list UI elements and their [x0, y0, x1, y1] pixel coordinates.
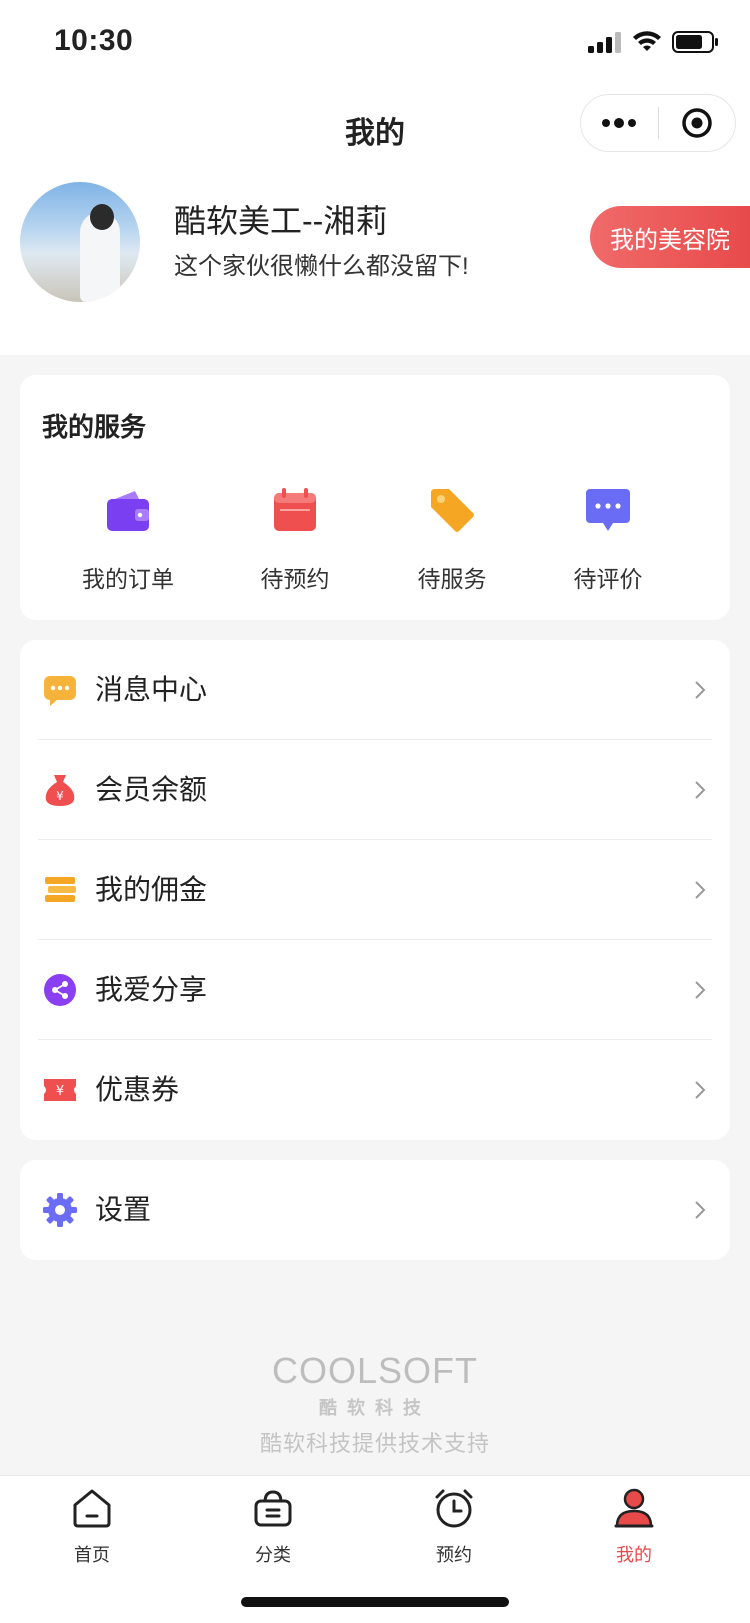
menu-label: 会员余额 [95, 774, 208, 805]
services-card: 我的服务 我的订单 待预约 待服务 待评价 [20, 375, 730, 620]
wifi-icon [633, 31, 661, 51]
service-label: 待服务 [417, 566, 487, 592]
basket-icon [254, 1490, 292, 1527]
status-icons [588, 30, 720, 54]
chevron-right-icon [695, 1201, 706, 1219]
wallet-icon [107, 491, 149, 531]
chevron-right-icon [695, 981, 706, 999]
menu-item-my-commission[interactable]: 我的佣金 [20, 840, 730, 940]
services-title: 我的服务 [42, 412, 147, 442]
my-salon-button[interactable]: 我的美容院 [590, 206, 750, 268]
tab-label: 预约 [436, 1545, 472, 1565]
status-time: 10:30 [54, 24, 134, 57]
gear-icon [43, 1193, 77, 1227]
chevron-right-icon [695, 881, 706, 899]
close-button[interactable] [659, 95, 736, 151]
tab-booking[interactable]: 预约 [404, 1486, 504, 1567]
profile-header: 酷软美工--湘莉 这个家伙很懒什么都没留下! 我的美容院 [0, 168, 750, 355]
calendar-icon [274, 488, 316, 531]
share-icon [44, 974, 76, 1006]
menu-item-message-center[interactable]: 消息中心 [20, 640, 730, 740]
user-icon [614, 1488, 654, 1528]
tab-category[interactable]: 分类 [223, 1486, 323, 1567]
svg-text:¥: ¥ [56, 1084, 64, 1099]
home-icon [73, 1489, 111, 1528]
menu-label: 设置 [95, 1194, 152, 1225]
menu-label: 消息中心 [95, 674, 208, 705]
more-dots-icon [602, 118, 637, 128]
nav-bar: 我的 [0, 88, 750, 168]
coupon-icon: ¥ [44, 1079, 76, 1101]
service-pending-review[interactable]: 待评价 [528, 485, 688, 594]
menu-label: 我爱分享 [95, 974, 208, 1005]
tab-label: 我的 [616, 1545, 652, 1565]
tab-label: 分类 [255, 1545, 291, 1565]
tab-label: 首页 [74, 1545, 110, 1565]
chevron-right-icon [695, 1081, 706, 1099]
service-label: 待预约 [260, 566, 330, 592]
top-area: 10:30 我的 酷软美工--湘莉 这个家伙很懒什么都没留下! 我的美容院 [0, 0, 750, 355]
menu-item-settings[interactable]: 设置 [20, 1160, 730, 1260]
chevron-right-icon [695, 781, 706, 799]
profile-signature: 这个家伙很懒什么都没留下! [174, 253, 469, 280]
avatar[interactable] [20, 182, 140, 302]
menu-item-coupons[interactable]: ¥ 优惠券 [20, 1040, 730, 1140]
alarm-clock-icon [435, 1489, 473, 1528]
tag-icon [431, 489, 474, 532]
service-label: 待评价 [573, 566, 643, 592]
service-pending-service[interactable]: 待服务 [372, 485, 532, 594]
menu-card: 消息中心 ¥ 会员余额 我的佣金 我爱分享 ¥ 优惠券 [20, 640, 730, 1140]
tab-home[interactable]: 首页 [42, 1486, 142, 1567]
home-indicator [241, 1597, 509, 1607]
settings-card: 设置 [20, 1160, 730, 1260]
menu-item-share[interactable]: 我爱分享 [20, 940, 730, 1040]
coolsoft-logo: COOLSOFT [271, 1350, 479, 1391]
avatar-head [90, 204, 114, 230]
target-close-icon [682, 108, 712, 138]
menu-label: 优惠券 [95, 1074, 180, 1105]
coolsoft-logo-cn: 酷软科技 [319, 1398, 431, 1418]
battery-icon [672, 31, 718, 53]
service-label: 我的订单 [82, 566, 174, 592]
message-icon [44, 676, 76, 706]
signal-icon [588, 32, 621, 53]
more-button[interactable] [581, 95, 658, 151]
chevron-right-icon [695, 681, 706, 699]
coins-stack-icon [45, 877, 76, 902]
service-pending-booking[interactable]: 待预约 [215, 485, 375, 594]
menu-item-member-balance[interactable]: ¥ 会员余额 [20, 740, 730, 840]
money-bag-icon: ¥ [45, 775, 75, 806]
service-my-orders[interactable]: 我的订单 [48, 485, 208, 594]
mini-program-capsule [580, 94, 736, 152]
tab-mine[interactable]: 我的 [584, 1486, 684, 1567]
comment-icon [586, 489, 630, 531]
profile-name: 酷软美工--湘莉 [174, 203, 388, 239]
menu-label: 我的佣金 [95, 874, 208, 905]
footer-branding: COOLSOFT 酷软科技 酷软科技提供技术支持 [0, 1350, 750, 1458]
svg-text:¥: ¥ [56, 789, 64, 803]
status-bar: 10:30 [0, 0, 750, 88]
tech-support-text: 酷软科技提供技术支持 [259, 1431, 490, 1456]
